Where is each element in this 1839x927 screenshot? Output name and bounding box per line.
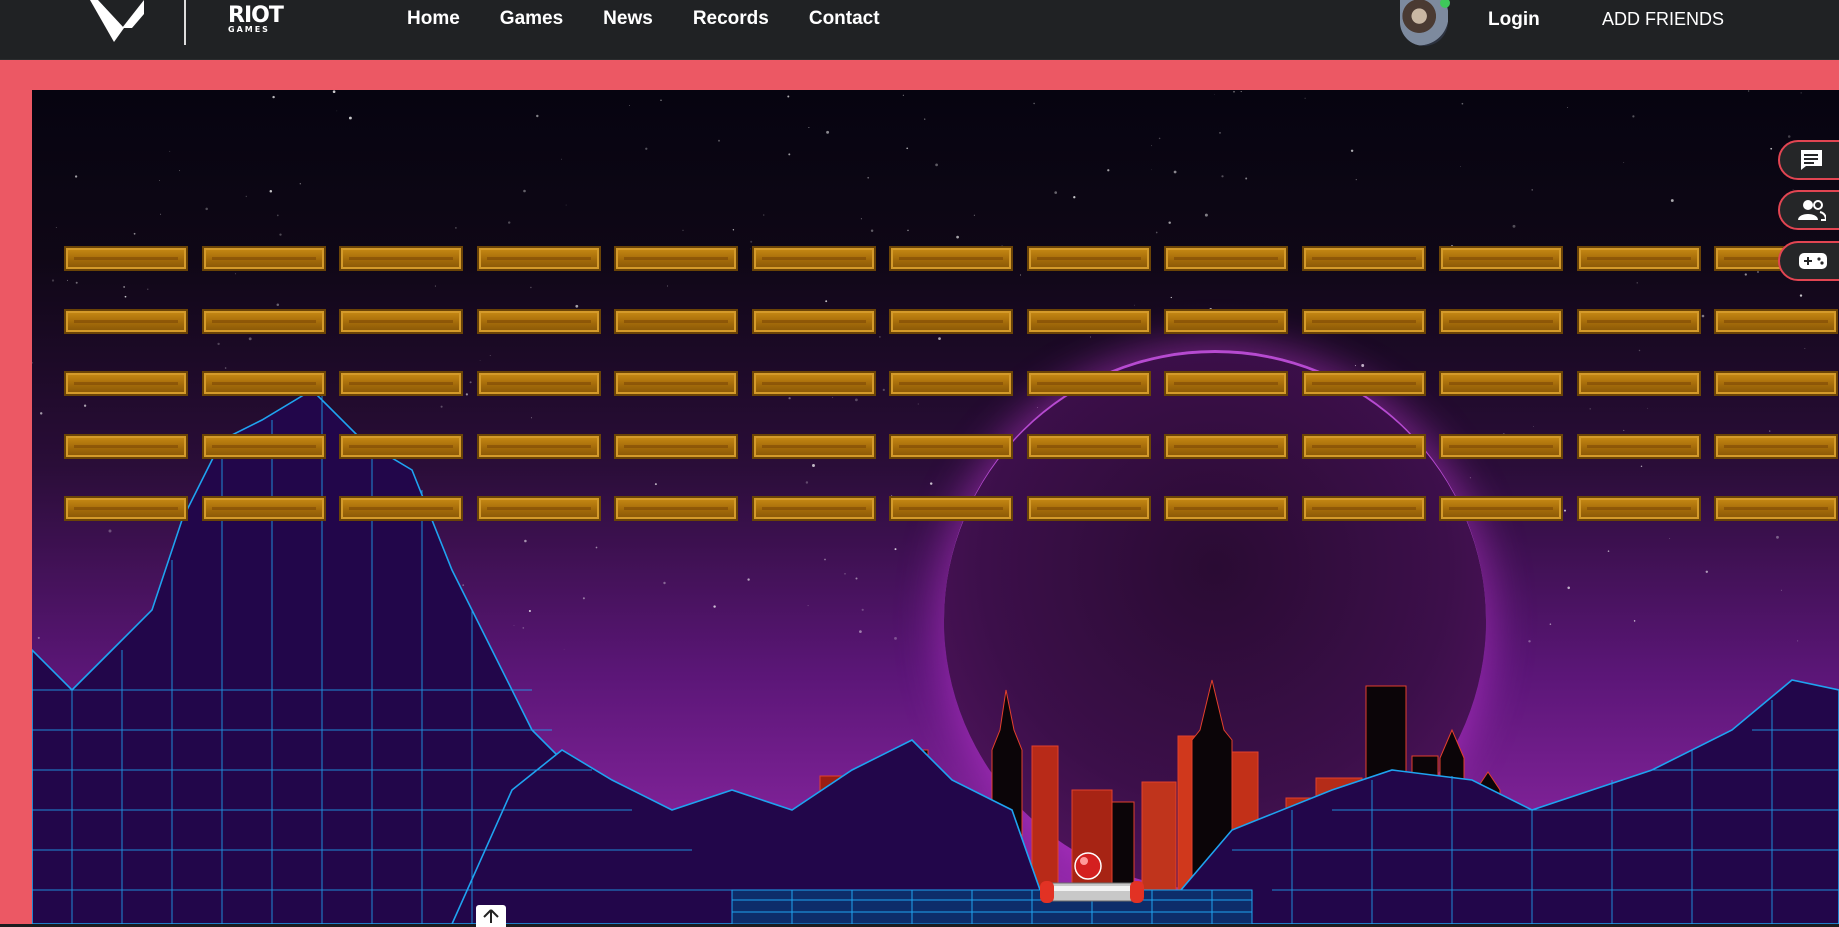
brick xyxy=(64,246,188,271)
online-status-dot xyxy=(1440,0,1450,8)
brick xyxy=(889,308,1013,334)
brick xyxy=(1439,371,1563,396)
brick xyxy=(614,371,738,396)
chat-icon xyxy=(1800,150,1822,170)
neon-floor-grid xyxy=(731,889,1253,924)
brick xyxy=(1301,371,1426,396)
wireframe-mountains xyxy=(32,388,1839,924)
brick xyxy=(614,496,738,521)
brick xyxy=(201,246,326,271)
brick xyxy=(1576,246,1701,271)
brick xyxy=(751,371,876,396)
brick xyxy=(1714,371,1838,396)
brick xyxy=(201,371,326,396)
player-paddle xyxy=(1040,881,1144,903)
valorant-logo[interactable] xyxy=(88,0,144,42)
brick xyxy=(64,371,188,396)
game-ball xyxy=(1074,852,1102,880)
games-button[interactable] xyxy=(1778,241,1839,281)
brick xyxy=(201,308,326,334)
brick xyxy=(1301,496,1426,521)
brick xyxy=(1439,246,1563,271)
brick xyxy=(1576,433,1701,459)
brick xyxy=(64,308,188,334)
brick xyxy=(751,308,876,334)
brick xyxy=(751,496,876,521)
brick xyxy=(1026,371,1151,396)
brick xyxy=(614,308,738,334)
nav-contact[interactable]: Contact xyxy=(809,8,880,30)
brick xyxy=(1439,433,1563,459)
main-nav: Home Games News Records Contact xyxy=(407,8,920,30)
brick xyxy=(751,433,876,459)
friends-button[interactable] xyxy=(1778,190,1839,230)
nav-news[interactable]: News xyxy=(603,8,653,30)
brick xyxy=(201,496,326,521)
brick xyxy=(201,433,326,459)
brick xyxy=(889,433,1013,459)
login-link[interactable]: Login xyxy=(1488,9,1540,31)
riot-games-logo[interactable]: RIOT GAMES xyxy=(228,3,284,34)
brick xyxy=(339,246,463,271)
brick xyxy=(614,246,738,271)
brick xyxy=(476,371,601,396)
nav-games[interactable]: Games xyxy=(500,8,563,30)
brick xyxy=(64,496,188,521)
riot-logo-text: RIOT xyxy=(228,3,284,28)
gamepad-icon xyxy=(1799,253,1827,269)
brick xyxy=(1026,246,1151,271)
friends-icon xyxy=(1798,200,1826,221)
top-navbar: RIOT GAMES Home Games News Records Conta… xyxy=(0,0,1839,60)
brick xyxy=(1301,308,1426,334)
brick xyxy=(476,433,601,459)
brick xyxy=(889,371,1013,396)
brick xyxy=(751,246,876,271)
brick xyxy=(1301,433,1426,459)
nav-records[interactable]: Records xyxy=(693,8,769,30)
brick xyxy=(339,433,463,459)
brick xyxy=(339,308,463,334)
brick xyxy=(1576,308,1701,334)
brick xyxy=(1026,433,1151,459)
user-avatar[interactable] xyxy=(1400,0,1450,46)
brick xyxy=(1439,496,1563,521)
add-friends-link[interactable]: ADD FRIENDS xyxy=(1602,9,1724,30)
brick xyxy=(1026,308,1151,334)
brick xyxy=(476,308,601,334)
brick xyxy=(1164,371,1288,396)
brick xyxy=(889,246,1013,271)
brick xyxy=(1576,371,1701,396)
brick xyxy=(889,496,1013,521)
brick xyxy=(1164,308,1288,334)
brick xyxy=(476,496,601,521)
brick xyxy=(1301,246,1426,271)
brick xyxy=(1439,308,1563,334)
brick xyxy=(1164,496,1288,521)
brick xyxy=(339,496,463,521)
brick xyxy=(476,246,601,271)
breakout-game-canvas[interactable] xyxy=(32,90,1839,924)
brick xyxy=(1714,496,1838,521)
brick xyxy=(339,371,463,396)
brick xyxy=(1026,496,1151,521)
brick xyxy=(1576,496,1701,521)
nav-home[interactable]: Home xyxy=(407,8,460,30)
brick xyxy=(614,433,738,459)
brick xyxy=(1164,246,1288,271)
logo-divider xyxy=(184,0,186,45)
brick xyxy=(1164,433,1288,459)
brick xyxy=(1714,433,1838,459)
chat-button[interactable] xyxy=(1778,140,1839,180)
arrow-up-icon xyxy=(483,909,499,923)
brick xyxy=(64,433,188,459)
brick xyxy=(1714,308,1838,334)
